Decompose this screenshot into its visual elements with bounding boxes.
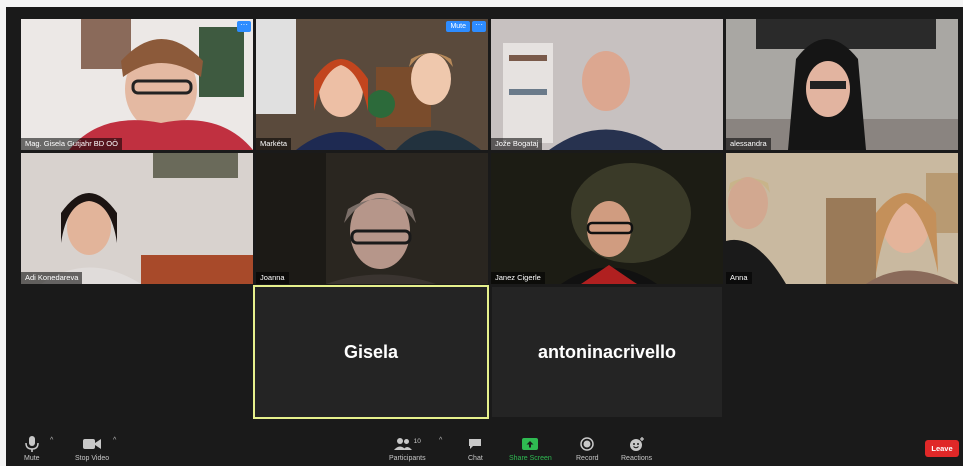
reactions-icon [629, 435, 645, 453]
microphone-icon [25, 435, 39, 453]
participant-name: Adi Konedareva [21, 272, 83, 284]
record-button[interactable]: Record [576, 435, 599, 462]
meeting-toolbar: Mute ^ Stop Video ^ 10 Participants ^ Ch… [6, 431, 963, 466]
more-options-icon[interactable]: ··· [237, 21, 251, 32]
participant-video [21, 153, 253, 284]
participant-video [21, 19, 253, 150]
participant-video [256, 19, 488, 150]
name-tile[interactable]: antoninacrivello [492, 287, 722, 417]
active-speaker-tile[interactable]: Gisela [253, 285, 489, 419]
leave-button[interactable]: Leave [925, 440, 959, 457]
more-options-icon[interactable]: ··· [472, 21, 486, 32]
video-tile[interactable]: Anna [726, 153, 958, 284]
participant-name: antoninacrivello [537, 341, 677, 362]
participant-video [491, 19, 723, 150]
participant-video [491, 153, 723, 284]
participants-count: 10 [413, 437, 421, 445]
reactions-button[interactable]: Reactions [621, 435, 652, 462]
chat-button[interactable]: Chat [468, 435, 483, 462]
participant-video [726, 19, 958, 150]
participant-video [726, 153, 958, 284]
video-tile[interactable]: Jože Bogataj [491, 19, 723, 150]
participants-icon: 10 [393, 435, 421, 453]
video-tile[interactable]: ··· Mag. Gisela Gutjahr BD OÖ [21, 19, 253, 150]
participant-name: Joanna [256, 272, 289, 284]
participant-name: Anna [726, 272, 752, 284]
participants-button[interactable]: 10 Participants [389, 435, 426, 463]
caret-up-icon[interactable]: ^ [50, 437, 53, 444]
caret-up-icon[interactable]: ^ [113, 437, 116, 444]
participant-name: alessandra [726, 138, 771, 150]
video-tile[interactable]: Janez Cigerle [491, 153, 723, 284]
chat-icon [468, 435, 482, 453]
video-tile[interactable]: Joanna [256, 153, 488, 284]
participant-name: Gisela [343, 341, 399, 362]
video-tile[interactable]: Mute ··· Markéta [256, 19, 488, 150]
caret-up-icon[interactable]: ^ [439, 437, 442, 444]
share-screen-button[interactable]: Share Screen [509, 435, 552, 462]
video-camera-icon [83, 435, 102, 453]
meeting-window: ··· Mag. Gisela Gutjahr BD OÖ Mute ··· M… [6, 7, 963, 466]
participant-name: Jože Bogataj [491, 138, 543, 150]
record-icon [580, 435, 595, 453]
participant-name: Janez Cigerle [491, 272, 545, 284]
participant-video [256, 153, 488, 284]
mute-button[interactable]: Mute [24, 435, 40, 462]
participant-name: Mag. Gisela Gutjahr BD OÖ [21, 138, 122, 150]
video-tile[interactable]: alessandra [726, 19, 958, 150]
participant-name: Markéta [256, 138, 292, 150]
video-tile[interactable]: Adi Konedareva [21, 153, 253, 284]
mute-participant-button[interactable]: Mute [446, 21, 470, 32]
share-screen-icon [522, 435, 539, 453]
stop-video-button[interactable]: Stop Video [75, 435, 109, 462]
